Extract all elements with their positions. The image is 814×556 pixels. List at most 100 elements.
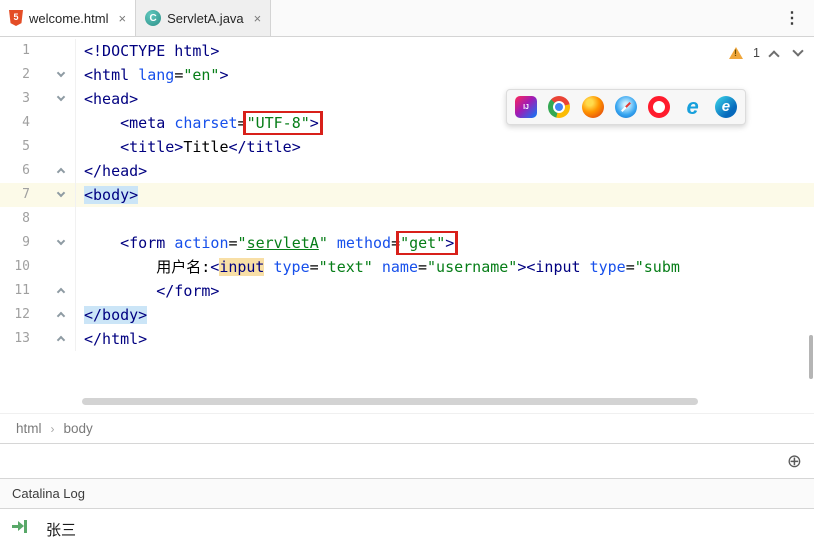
code-token: <!DOCTYPE html> [84, 42, 219, 60]
fold-marker-icon[interactable] [57, 93, 65, 101]
code-line-10[interactable]: 10 用户名:<input type="text" name="username… [0, 255, 814, 279]
code-token: charset [174, 114, 237, 132]
gutter [30, 135, 76, 159]
line-number: 1 [0, 39, 30, 63]
edge-icon[interactable] [715, 96, 737, 118]
breadcrumb: html › body [0, 413, 814, 443]
code-line-6[interactable]: 6 </head> [0, 159, 814, 183]
code-token [264, 258, 273, 276]
annotation-red-box: "UTF-8"> [247, 114, 319, 132]
vertical-scrollbar[interactable] [809, 335, 813, 379]
warning-icon[interactable] [729, 47, 743, 59]
tab-servleta-java[interactable]: ServletA.java × [136, 0, 271, 36]
code-token: </body> [84, 306, 147, 324]
crosshair-icon[interactable]: ⊕ [787, 452, 802, 470]
line-number: 10 [0, 255, 30, 279]
code-line-1[interactable]: 1 <!DOCTYPE html> [0, 39, 814, 63]
code-text: </form> [76, 279, 814, 303]
code-text: </head> [76, 159, 814, 183]
code-token: 用户名: [156, 258, 210, 276]
line-number: 12 [0, 303, 30, 327]
horizontal-scrollbar[interactable] [82, 398, 698, 405]
firefox-icon[interactable] [582, 96, 604, 118]
fold-marker-icon[interactable] [57, 312, 65, 320]
line-number: 6 [0, 159, 30, 183]
inspection-widget: 1 [729, 46, 802, 60]
ide-window: welcome.html × ServletA.java × ⋮ 1 <!DOCT… [0, 0, 814, 556]
code-line-9[interactable]: 9 <form action="servletA" method="get"> [0, 231, 814, 255]
code-token: > [310, 114, 319, 132]
code-token: < [210, 258, 219, 276]
code-token: </html> [84, 330, 147, 348]
code-line-11[interactable]: 11 </form> [0, 279, 814, 303]
code-token: = [418, 258, 427, 276]
panel-title: Catalina Log [12, 486, 85, 501]
breadcrumb-separator-icon: › [51, 422, 55, 436]
gutter [30, 159, 76, 183]
tab-label: ServletA.java [167, 11, 244, 26]
safari-icon[interactable] [615, 96, 637, 118]
fold-marker-icon[interactable] [57, 168, 65, 176]
tab-welcome-html[interactable]: welcome.html × [0, 0, 136, 36]
opera-icon[interactable] [648, 96, 670, 118]
code-line-5[interactable]: 5 <title>Title</title> [0, 135, 814, 159]
code-line-2[interactable]: 2<html lang="en"> [0, 63, 814, 87]
code-token: > [219, 66, 228, 84]
code-token: " [238, 234, 247, 252]
code-line-13[interactable]: 13 </html> [0, 327, 814, 351]
html-file-icon [9, 10, 23, 26]
intellij-idea-icon[interactable] [515, 96, 537, 118]
code-token: = [391, 234, 400, 252]
code-text: <body> [76, 183, 814, 207]
code-token: servletA [247, 234, 319, 252]
code-editor[interactable]: 1<!DOCTYPE html>2<html lang="en">3<head>… [0, 37, 814, 413]
code-token: <body> [84, 186, 138, 204]
breadcrumb-html[interactable]: html [16, 421, 42, 436]
catalina-log-tab[interactable]: Catalina Log [0, 478, 814, 508]
next-warning-icon[interactable] [792, 45, 803, 56]
gutter [30, 303, 76, 327]
chrome-icon[interactable] [548, 96, 570, 118]
code-token: "text" [319, 258, 373, 276]
gutter [30, 231, 76, 255]
fold-marker-icon[interactable] [57, 69, 65, 77]
code-text: <form action="servletA" method="get"> [76, 231, 814, 255]
more-options-icon[interactable]: ⋮ [770, 0, 814, 36]
code-token: Title [183, 138, 228, 156]
close-tab-icon[interactable]: × [118, 12, 126, 25]
line-number: 5 [0, 135, 30, 159]
fold-marker-icon[interactable] [57, 189, 65, 197]
code-token: action [174, 234, 228, 252]
code-line-12[interactable]: 12 </body> [0, 303, 814, 327]
breadcrumb-body[interactable]: body [64, 421, 93, 436]
code-token: <input [526, 258, 589, 276]
code-token [84, 258, 156, 276]
line-number: 2 [0, 63, 30, 87]
code-token: </head> [84, 162, 147, 180]
java-class-icon [145, 10, 161, 26]
code-token: </form> [156, 282, 219, 300]
code-line-8[interactable]: 8 [0, 207, 814, 231]
code-token: method [337, 234, 391, 252]
code-token: "en" [183, 66, 219, 84]
internet-explorer-icon[interactable] [682, 96, 704, 118]
code-token: = [238, 114, 247, 132]
line-number: 13 [0, 327, 30, 351]
code-text: </body> [76, 303, 814, 327]
fold-marker-icon[interactable] [57, 336, 65, 344]
prev-warning-icon[interactable] [768, 50, 779, 61]
code-token: "subm [635, 258, 680, 276]
gutter [30, 39, 76, 63]
gutter [30, 63, 76, 87]
code-token: lang [138, 66, 174, 84]
code-line-7[interactable]: 7<body> [0, 183, 814, 207]
scroll-to-end-icon[interactable] [12, 519, 28, 533]
code-token: input [219, 258, 264, 276]
fold-marker-icon[interactable] [57, 288, 65, 296]
gutter [30, 327, 76, 351]
code-token: "get" [400, 234, 445, 252]
console-toolbar [0, 509, 40, 556]
fold-marker-icon[interactable] [57, 237, 65, 245]
code-token: name [382, 258, 418, 276]
close-tab-icon[interactable]: × [254, 12, 262, 25]
